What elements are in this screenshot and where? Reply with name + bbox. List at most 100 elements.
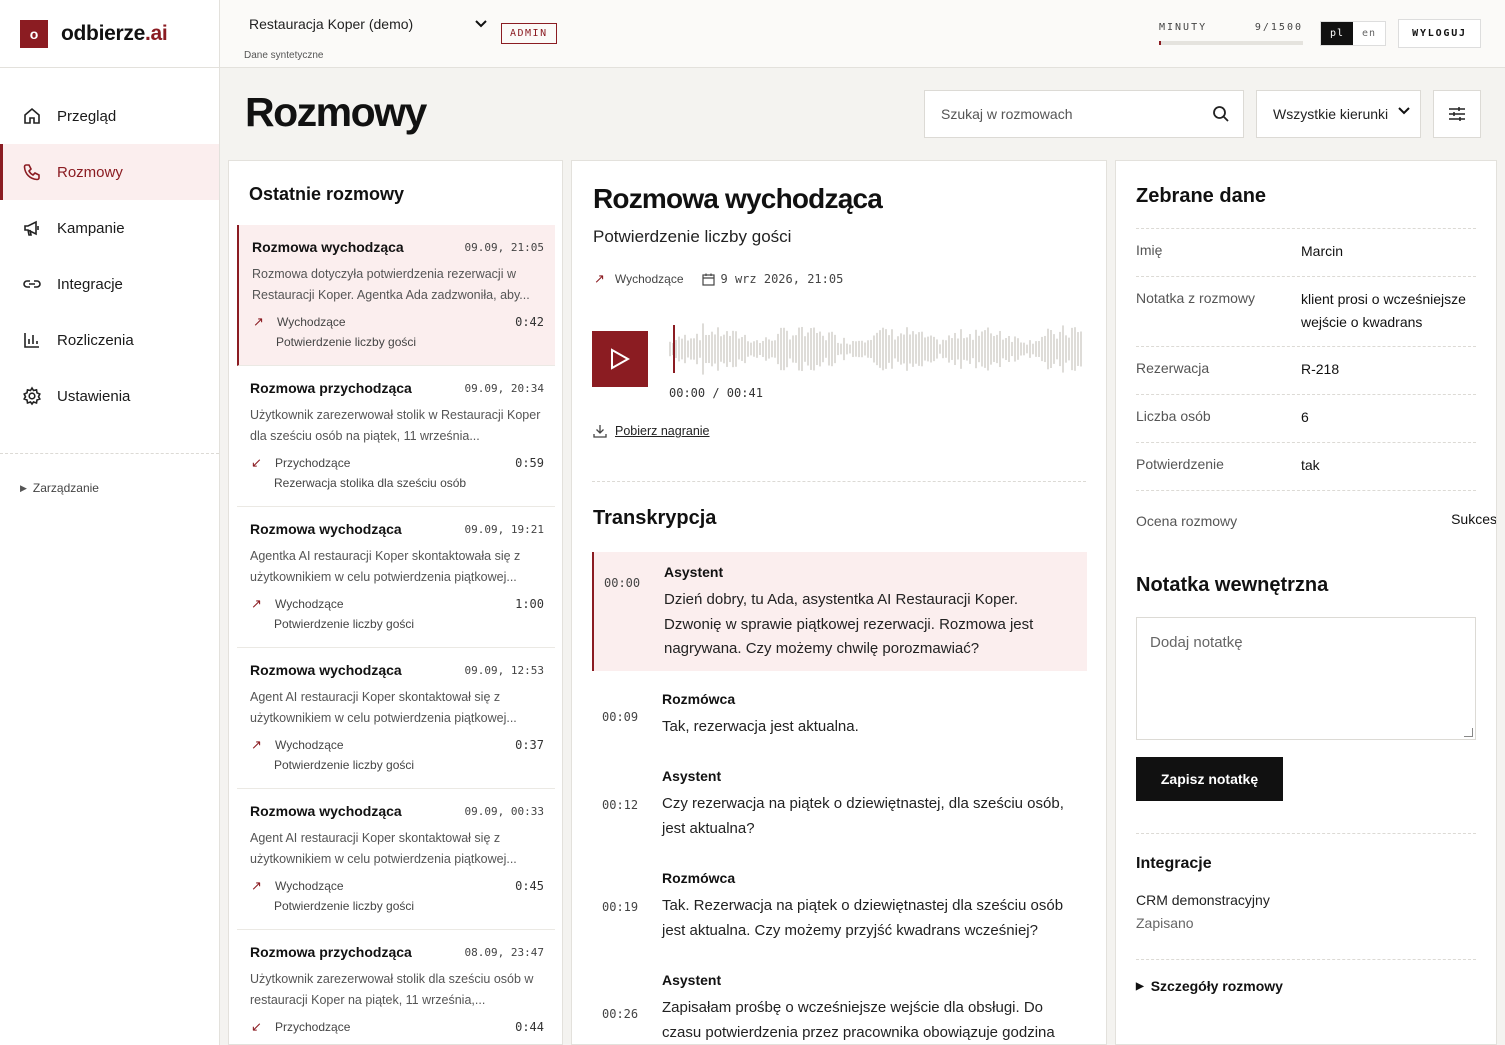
call-item-direction-label: Wychodzące [275,597,344,611]
bar-chart-icon [24,333,39,348]
call-item-direction-label: Wychodzące [275,738,344,752]
lang-pl-button[interactable]: pl [1321,22,1353,45]
brand[interactable]: o odbierze.ai [0,0,219,68]
transcript-text: Tak, rezerwacja jest aktualna. [662,718,859,735]
play-icon [611,348,630,370]
save-note-button[interactable]: Zapisz notatkę [1136,757,1283,801]
resize-handle-icon[interactable] [1464,728,1473,737]
call-item-summary: Rozmowa dotyczyła potwierdzenia rezerwac… [252,267,530,302]
transcript-entry[interactable]: 00:12 Asystent Czy rezerwacja na piątek o … [592,756,1087,846]
call-item-title: Rozmowa przychodząca [250,380,412,396]
direction-arrow-icon: ↗ [251,878,262,893]
call-item-direction-label: Wychodzące [277,315,346,329]
nav-item-przeglad[interactable]: Przegląd [0,88,219,144]
collected-field-row: Rezerwacja R-218 [1136,346,1476,377]
transcript-text: Czy rezerwacja na piątek o dziewiętnaste… [662,795,1064,837]
field-key: Ocena rozmowy [1136,513,1238,529]
call-item-topic: Potwierdzenie liczby gości [274,617,415,631]
calendar-icon [701,273,715,286]
nav-item-kampanie[interactable]: Kampanie [0,200,219,256]
call-item-title: Rozmowa wychodząca [252,239,404,255]
management-label: Zarządzanie [32,481,99,495]
megaphone-icon [24,220,39,236]
audio-waveform[interactable] [668,319,1086,379]
minutes-progress-fill [1159,41,1162,45]
transcript-timestamp[interactable]: 00:26 [602,1007,638,1021]
call-item-summary: Użytkownik zarezerwował stolik dla sześc… [250,972,534,1007]
transcript-speaker: Asystent [662,972,722,988]
field-key: Imię [1136,242,1163,258]
admin-badge: ADMIN [501,23,557,44]
call-item-date: 08.09, 23:47 [464,946,544,959]
direction-select-value: Wszystkie kierunki [1273,106,1389,122]
nav-item-ustawienia[interactable]: Ustawienia [0,368,219,424]
transcript-entry[interactable]: 00:19 Rozmówca Tak. Rezerwacja na piątek o… [592,858,1087,948]
lang-en-button[interactable]: en [1353,22,1385,45]
call-list-item[interactable]: Rozmowa wychodząca 09.09, 00:33 Agent AI r… [237,789,555,930]
sidebar: o odbierze.ai Przegląd Rozmowy Kampanie … [0,0,220,1045]
chevron-down-icon [1398,107,1410,115]
integration-name: CRM demonstracyjny [1136,892,1270,908]
management-toggle[interactable]: ▶ Zarządzanie [0,481,219,495]
page-title: Rozmowy [245,89,427,135]
play-button[interactable] [592,331,648,387]
nav-item-label: Kampanie [57,219,125,237]
direction-arrow-icon: ↗ [251,596,262,611]
main-nav: Przegląd Rozmowy Kampanie Integracje Roz… [0,68,219,424]
call-item-direction: ↗ Wychodzące [251,737,344,753]
transcript-entry[interactable]: 00:00 Asystent Dzień dobry, tu Ada, asyste… [592,552,1087,671]
field-value: 6 [1301,409,1309,425]
outgoing-arrow-icon: ↗ [594,271,605,286]
call-item-duration: 0:37 [515,738,544,752]
transcript-entry[interactable]: 00:26 Asystent Zapisałam prośbę o wcześnie… [592,960,1087,1044]
transcript-timestamp[interactable]: 00:00 [604,576,640,590]
section-divider [1136,833,1476,834]
call-list-item[interactable]: Rozmowa wychodząca 09.09, 19:21 Agentka AI… [237,507,555,648]
nav-item-rozliczenia[interactable]: Rozliczenia [0,312,219,368]
call-item-topic: Potwierdzenie liczby gości [276,335,417,349]
call-meta: ↗ Wychodzące 9 wrz 2026, 21:05 [594,271,843,287]
transcript-entry[interactable]: 00:09 Rozmówca Tak, rezerwacja jest aktual… [592,679,1087,746]
nav-item-rozmowy[interactable]: Rozmowy [0,144,219,200]
call-list-item[interactable]: Rozmowa przychodząca 08.09, 23:47 Użytkown… [237,930,555,1044]
transcript-timestamp[interactable]: 00:19 [602,900,638,914]
transcript-timestamp[interactable]: 00:12 [602,798,638,812]
search-input[interactable]: Szukaj w rozmowach [924,90,1244,138]
direction-arrow-icon: ↗ [251,737,262,752]
search-icon [1213,106,1229,122]
nav-item-label: Rozmowy [57,163,123,181]
minutes-value: 9/1500 [1254,22,1303,33]
call-item-date: 09.09, 12:53 [464,664,544,677]
call-details-toggle[interactable]: ▶ Szczegóły rozmowy [1136,978,1283,994]
minutes-label: MINUTY [1159,22,1208,33]
gear-icon [23,386,41,406]
filter-button[interactable] [1433,90,1481,138]
internal-note-textarea[interactable]: Dodaj notatkę [1136,617,1476,740]
download-recording-link[interactable]: Pobierz nagranie [593,424,710,438]
call-list-item[interactable]: Rozmowa wychodząca 09.09, 12:53 Agent AI r… [237,648,555,789]
call-list-item[interactable]: Rozmowa przychodząca 09.09, 20:34 Użytkown… [237,366,555,507]
direction-select[interactable]: Wszystkie kierunki [1256,90,1421,138]
transcript-text: Tak. Rezerwacja na piątek o dziewiętnast… [662,897,1064,939]
triangle-right-icon: ▶ [20,482,27,493]
direction-arrow-icon: ↗ [253,314,264,329]
call-list-item[interactable]: Rozmowa wychodząca 09.09, 21:05 Rozmowa do… [237,225,555,366]
logo-icon: o [20,19,48,48]
transcript-speaker: Rozmówca [662,870,736,886]
chevron-down-icon [475,20,487,28]
call-item-direction: ↗ Wychodzące [251,596,344,612]
call-details-label: Szczegóły rozmowy [1150,978,1283,994]
call-item-duration: 0:59 [515,456,544,470]
transcript-timestamp[interactable]: 00:09 [602,710,638,724]
home-icon [24,107,40,124]
nav-item-integracje[interactable]: Integracje [0,256,219,312]
restaurant-select[interactable]: Restauracja Koper (demo) [249,16,487,32]
call-item-date: 09.09, 00:33 [464,805,544,818]
logout-button[interactable]: WYLOGUJ [1398,19,1481,48]
call-item-direction: ↗ Wychodzące [253,314,346,330]
minutes-progress-bar [1159,41,1303,45]
call-item-direction: ↗ Wychodzące [251,878,344,894]
field-value: tak [1301,457,1320,473]
phone-icon [23,164,40,181]
direction-arrow-icon: ↙ [251,1019,262,1034]
